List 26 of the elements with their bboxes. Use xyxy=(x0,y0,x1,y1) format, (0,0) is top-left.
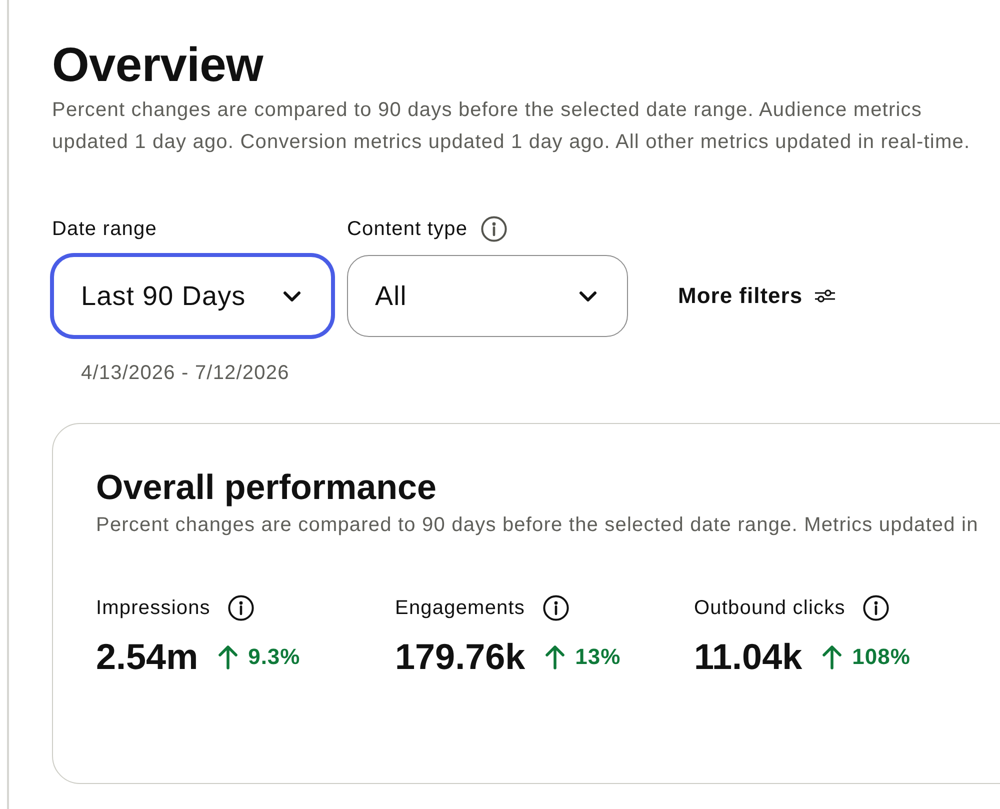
sliders-icon xyxy=(814,289,836,303)
metric-change: 9.3% xyxy=(248,644,300,670)
filter-label: Date range xyxy=(52,217,157,241)
dropdown[interactable]: Last 90 Days xyxy=(52,255,333,337)
dropdown[interactable]: All xyxy=(347,255,628,337)
metric-label: Impressions xyxy=(96,596,210,620)
info-icon[interactable] xyxy=(543,595,570,621)
chevron-down-icon xyxy=(283,290,301,302)
card-description: Percent changes are compared to 90 days before the selected date range. Metrics updated in xyxy=(96,513,980,537)
page-description: Percent changes are compared to 90 days before the selected date range. Audience metrics updated 1 day ago. Conversion metrics updated 1 day ago. All other metrics updated in real-time. xyxy=(52,98,972,155)
chevron-down-icon xyxy=(579,290,597,302)
metric-value: 11.04k xyxy=(694,635,802,679)
more-filters-button[interactable]: More filters xyxy=(678,276,836,316)
metric-change: 108% xyxy=(852,644,910,670)
info-icon[interactable] xyxy=(863,595,890,621)
card-title: Overall performance xyxy=(96,468,438,508)
info-icon[interactable] xyxy=(480,216,507,242)
metric-value: 179.76k xyxy=(395,635,526,679)
info-icon[interactable] xyxy=(228,595,254,621)
metric-label: Engagements xyxy=(395,596,526,620)
metric-label: Outbound clicks xyxy=(694,596,846,620)
metric-value: 2.54m xyxy=(96,635,198,679)
date-range-text: 4/13/2026 - 7/12/2026 xyxy=(81,361,290,385)
page-title: Overview xyxy=(52,38,264,94)
metric-change: 13% xyxy=(575,644,621,670)
filter-label: Content type xyxy=(347,217,468,241)
